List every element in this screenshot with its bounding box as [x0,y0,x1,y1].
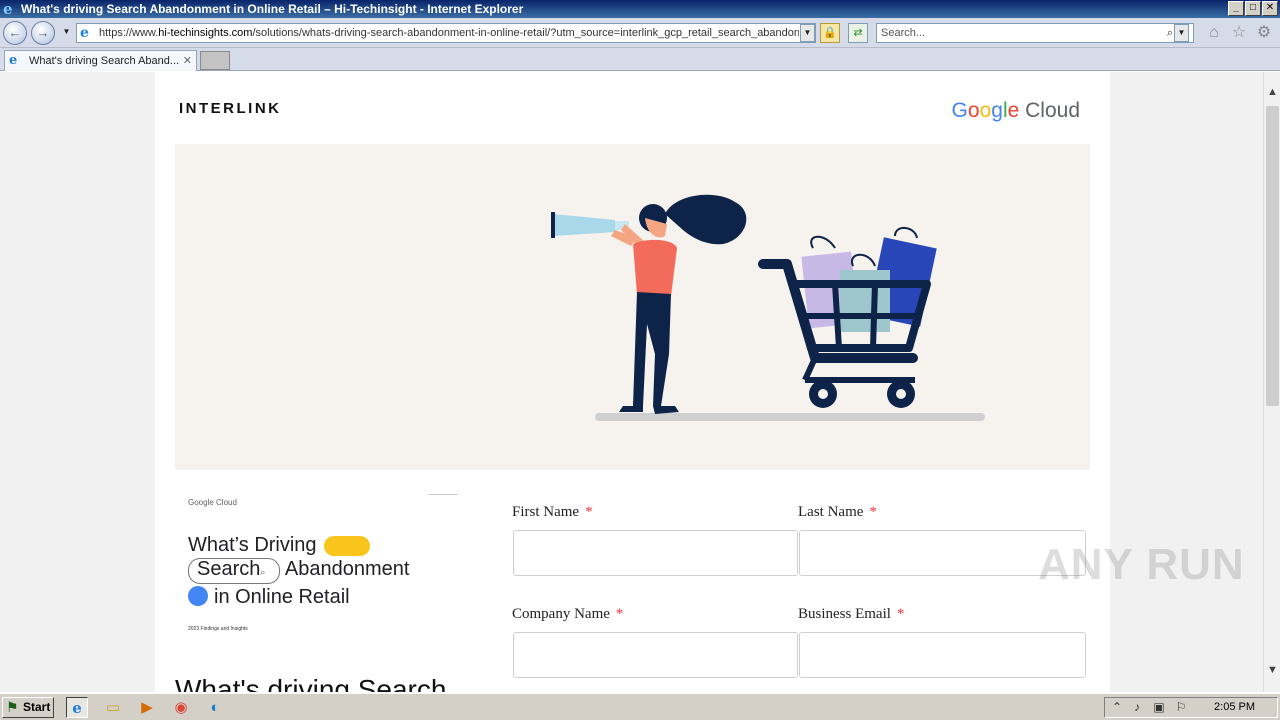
new-tab-button[interactable] [200,51,230,70]
scroll-down-icon[interactable]: ▼ [1264,662,1280,679]
windows-flag-icon: ⚑ [6,699,19,715]
ebook-title-line1: What’s Driving [188,534,371,557]
back-button[interactable]: ← [3,21,27,45]
address-bar[interactable]: e https://www.hi-techinsights.com/soluti… [76,23,816,43]
clock[interactable]: 2:05 PM [1214,698,1255,717]
close-window-button[interactable]: ✕ [1262,1,1278,16]
lock-icon[interactable]: 🔒 [820,23,840,43]
tools-gear-icon[interactable]: ⚙ [1255,24,1273,42]
floor-shadow [595,413,985,421]
tab-close-icon[interactable]: ✕ [183,51,192,71]
last-name-label: Last Name * [798,504,877,520]
tray-expand-icon[interactable]: ⌃ [1109,698,1125,717]
interlink-logo[interactable]: INTERLINK [179,100,282,117]
first-name-input[interactable] [513,530,798,576]
search-pill: Search⌕ [188,558,281,584]
action-center-flag-icon[interactable]: ⚐ [1173,698,1189,717]
search-dropdown-button[interactable]: ▼ [1174,24,1189,42]
company-name-input[interactable] [513,632,798,678]
page-content: INTERLINK Google Cloud Google Cloud What… [155,72,1110,692]
search-placeholder: Search... [881,27,926,39]
edge-icon[interactable]: ◐ [204,697,226,718]
ebook-footer: 2023 Findings and Insights [188,626,248,632]
ie-tab-icon: e [9,53,18,68]
first-name-label: First Name * [512,504,593,520]
business-email-input[interactable] [799,632,1086,678]
refresh-button[interactable]: ⇄ [848,23,868,43]
window-title: What's driving Search Abandonment in Onl… [21,2,524,16]
ebook-title-line2: Search⌕ Abandonment [188,558,409,584]
vertical-scrollbar[interactable]: ▲ ▼ [1263,72,1280,692]
ebook-title-line3: in Online Retail [188,586,350,609]
blue-dot-decoration [188,586,208,606]
history-dropdown-icon[interactable]: ▼ [59,24,74,42]
tab-bar: e What's driving Search Aband... ✕ [0,48,1280,71]
address-url[interactable]: https://www.hi-techinsights.com/solution… [99,24,799,42]
required-mark: * [585,504,593,520]
tab-active[interactable]: e What's driving Search Aband... ✕ [4,50,197,71]
woman-with-telescope [551,194,747,414]
favorites-star-icon[interactable]: ☆ [1230,24,1248,42]
company-name-label: Company Name * [512,606,624,622]
ie-taskbar-icon[interactable]: e [66,697,88,718]
required-mark: * [615,606,624,622]
shopping-cart-icon [758,227,937,408]
gcloud-letter: e [1007,99,1020,122]
gcloud-letter: g [991,99,1003,122]
system-tray: ⌃ ♪ ▣ ⚐ 2:05 PM [1104,697,1278,718]
pill-search-icon: ⌕ [260,567,266,577]
business-email-label: Business Email * [798,606,905,622]
network-icon[interactable]: ▣ [1151,698,1167,717]
gcloud-letter: G [951,99,968,122]
search-icon[interactable]: ⌕ [1167,24,1173,42]
google-cloud-logo[interactable]: Google Cloud [952,99,1080,123]
explorer-folder-icon[interactable]: ▭ [102,697,124,718]
chrome-icon[interactable]: ◉ [170,697,192,718]
article-heading: What's driving Search [175,674,447,692]
gcloud-letter: o [979,99,992,122]
ie-logo-icon: e [3,0,13,18]
window-titlebar[interactable]: e What's driving Search Abandonment in O… [0,0,1280,18]
ebook-cover[interactable]: Google Cloud What’s Driving Search⌕ Aban… [181,490,461,648]
gcloud-letter: o [967,99,980,122]
scroll-up-icon[interactable]: ▲ [1264,84,1280,101]
ebook-brand: Google Cloud [188,498,237,507]
ebook-divider [428,494,458,495]
start-button[interactable]: ⚑ Start [2,697,54,718]
yellow-pill-decoration [324,535,371,556]
taskbar: ⚑ Start e ▭ ▶ ◉ ◐ ⌃ ♪ ▣ ⚐ 2:05 PM [0,693,1280,720]
forward-button[interactable]: → [31,21,55,45]
required-mark: * [896,606,905,622]
page-viewport: INTERLINK Google Cloud Google Cloud What… [0,72,1263,692]
ie-page-icon: e [80,25,89,41]
minimize-button[interactable]: _ [1228,1,1244,16]
hero-banner [175,144,1090,470]
scroll-thumb[interactable] [1266,106,1279,406]
tab-label: What's driving Search Aband... [29,55,179,67]
navigation-bar: ← → ▼ e https://www.hi-techinsights.com/… [0,18,1280,48]
hero-illustration [551,194,985,421]
volume-icon[interactable]: ♪ [1129,698,1145,717]
search-input[interactable]: Search... ⌕ [876,23,1194,43]
address-dropdown-button[interactable]: ▼ [800,24,815,42]
media-player-icon[interactable]: ▶ [136,697,158,718]
anyrun-watermark: ANY RUN [1038,540,1245,589]
required-mark: * [869,504,877,520]
maximize-button[interactable]: □ [1245,1,1261,16]
home-icon[interactable]: ⌂ [1205,24,1223,42]
